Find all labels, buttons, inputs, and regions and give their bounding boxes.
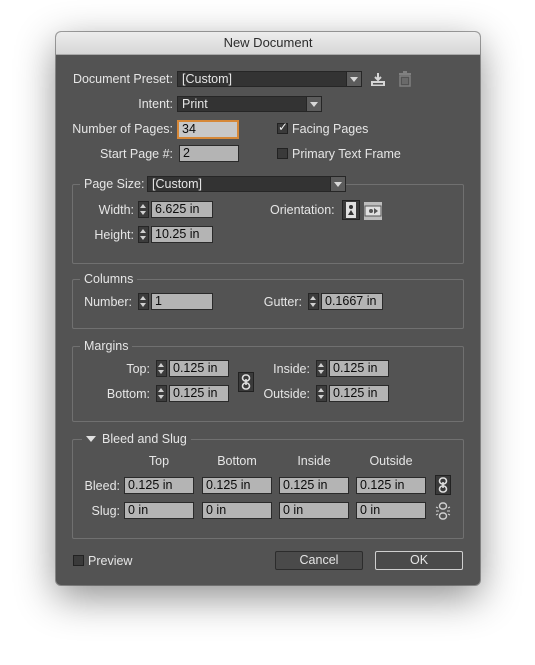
margin-inside-label: Inside: <box>273 362 310 376</box>
margin-bottom-stepper[interactable] <box>156 385 167 402</box>
height-label: Height: <box>94 228 134 242</box>
document-preset-value: [Custom] <box>182 72 233 86</box>
width-stepper[interactable] <box>138 201 149 218</box>
slug-top-input[interactable]: 0 in <box>124 502 194 519</box>
chevron-down-icon <box>306 97 321 111</box>
bleed-outside-input[interactable]: 0.125 in <box>356 477 426 494</box>
height-stepper[interactable] <box>138 226 149 243</box>
link-bleed-icon[interactable] <box>435 475 451 495</box>
facing-pages-label: Facing Pages <box>292 122 369 136</box>
cancel-button[interactable]: Cancel <box>275 551 363 570</box>
width-label: Width: <box>98 203 134 217</box>
margin-bottom-label: Bottom: <box>106 387 150 401</box>
slug-label: Slug: <box>91 504 121 518</box>
gutter-label: Gutter: <box>263 295 302 309</box>
margin-top-label: Top: <box>126 362 150 376</box>
disclosure-triangle-icon <box>86 436 96 442</box>
ok-button[interactable]: OK <box>375 551 463 570</box>
page-size-dropdown[interactable]: [Custom] <box>147 176 346 192</box>
bleed-inside-input[interactable]: 0.125 in <box>279 477 349 494</box>
start-page-label: Start Page #: <box>100 147 173 161</box>
gutter-stepper[interactable] <box>308 293 319 310</box>
columns-number-label: Number: <box>84 295 132 309</box>
slug-inside-input[interactable]: 0 in <box>279 502 349 519</box>
primary-text-frame-label: Primary Text Frame <box>292 147 401 161</box>
columns-title: Columns <box>80 272 138 286</box>
column-header-bottom: Bottom <box>217 454 257 468</box>
facing-pages-checkbox[interactable] <box>277 120 288 134</box>
chevron-down-icon <box>346 72 361 86</box>
start-page-input[interactable]: 2 <box>179 145 239 162</box>
dialog-title: New Document <box>56 32 480 55</box>
margins-group <box>72 346 464 422</box>
bleed-top-input[interactable]: 0.125 in <box>124 477 194 494</box>
margin-inside-input[interactable]: 0.125 in <box>329 360 389 377</box>
primary-text-frame-checkbox[interactable] <box>277 148 288 159</box>
column-header-outside: Outside <box>369 454 413 468</box>
gutter-input[interactable]: 0.1667 in <box>321 293 383 310</box>
width-input[interactable]: 6.625 in <box>151 201 213 218</box>
number-of-pages-input[interactable]: 34 <box>177 120 239 139</box>
unlink-slug-icon[interactable] <box>435 501 451 521</box>
document-preset-dropdown[interactable]: [Custom] <box>177 71 362 87</box>
columns-number-stepper[interactable] <box>138 293 149 310</box>
margin-bottom-input[interactable]: 0.125 in <box>169 385 229 402</box>
margin-outside-label: Outside: <box>263 387 310 401</box>
bleed-bottom-input[interactable]: 0.125 in <box>202 477 272 494</box>
margin-outside-stepper[interactable] <box>316 385 327 402</box>
number-of-pages-label: Number of Pages: <box>72 122 173 136</box>
preview-label: Preview <box>88 554 133 568</box>
margin-inside-stepper[interactable] <box>316 360 327 377</box>
margin-outside-input[interactable]: 0.125 in <box>329 385 389 402</box>
slug-outside-input[interactable]: 0 in <box>356 502 426 519</box>
column-header-inside: Inside <box>297 454 331 468</box>
new-document-dialog: New Document Document Preset: [Custom] I… <box>56 32 480 585</box>
document-preset-label: Document Preset: <box>72 72 173 86</box>
intent-value: Print <box>182 97 208 111</box>
portrait-orientation-icon[interactable] <box>342 200 360 220</box>
landscape-orientation-icon[interactable] <box>364 202 382 220</box>
preview-checkbox[interactable] <box>73 555 84 566</box>
bleed-slug-title-text: Bleed and Slug <box>102 432 187 446</box>
orientation-label: Orientation: <box>270 203 335 217</box>
column-header-top: Top <box>148 454 170 468</box>
bleed-slug-title[interactable]: Bleed and Slug <box>82 432 191 446</box>
intent-dropdown[interactable]: Print <box>177 96 322 112</box>
bleed-label: Bleed: <box>84 479 120 493</box>
save-preset-icon[interactable] <box>370 71 386 87</box>
margins-title: Margins <box>80 339 133 353</box>
chevron-down-icon <box>330 177 345 191</box>
page-size-label: Page Size: <box>80 177 149 191</box>
height-input[interactable]: 10.25 in <box>151 226 213 243</box>
columns-number-input[interactable]: 1 <box>151 293 213 310</box>
page-size-group <box>72 184 464 264</box>
slug-bottom-input[interactable]: 0 in <box>202 502 272 519</box>
margin-top-input[interactable]: 0.125 in <box>169 360 229 377</box>
margin-top-stepper[interactable] <box>156 360 167 377</box>
page-size-value: [Custom] <box>152 177 203 191</box>
delete-preset-icon[interactable] <box>398 71 412 87</box>
intent-label: Intent: <box>138 97 173 111</box>
